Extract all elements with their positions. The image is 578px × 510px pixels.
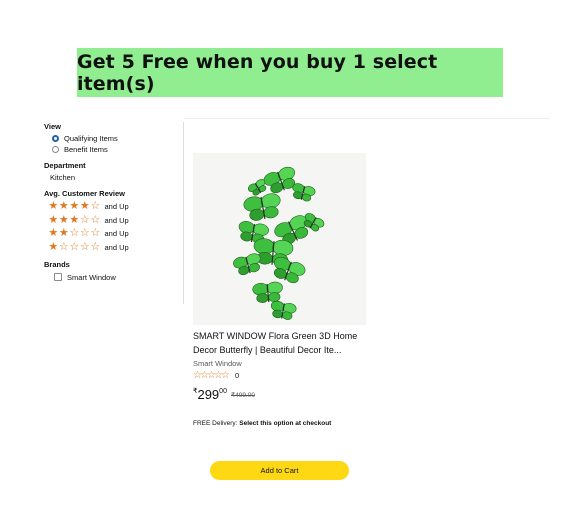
- brand-option-label: Smart Window: [67, 272, 116, 282]
- review-filter: Avg. Customer Review ★ ★ ★ ★ ☆ and Up ★ ★ ★ ☆ ☆ …: [44, 189, 182, 254]
- department-filter-title: Department: [44, 161, 86, 170]
- radio-selected[interactable]: [52, 135, 59, 142]
- star-empty-icon: ☆: [79, 213, 90, 226]
- brand-filter: Brands Smart Window: [44, 260, 182, 283]
- star-filled-icon: ★: [48, 213, 59, 226]
- review-option-4[interactable]: ★ ★ ★ ★ ☆ and Up: [44, 200, 182, 214]
- star-filled-icon: ★: [58, 200, 69, 213]
- view-option-label: Benefit Items: [64, 145, 108, 154]
- star-rating-icon: ★ ☆ ☆ ☆ ☆: [48, 240, 101, 253]
- review-option-label: and Up: [104, 202, 129, 212]
- view-option-benefit[interactable]: Benefit Items: [44, 144, 182, 155]
- star-filled-icon: ★: [58, 213, 69, 226]
- review-filter-title: Avg. Customer Review: [44, 189, 125, 198]
- star-rating-icon: ☆ ☆ ☆ ☆ ☆: [193, 370, 230, 381]
- add-to-cart-button[interactable]: Add to Cart: [210, 461, 349, 480]
- list-price: ₹499.00: [230, 392, 255, 399]
- brand-option-smart-window[interactable]: Smart Window: [44, 271, 182, 283]
- view-filter-title: View: [44, 122, 61, 131]
- star-empty-icon: ☆: [200, 370, 209, 381]
- promo-banner-text: Get 5 Free when you buy 1 select item(s): [77, 50, 438, 95]
- page: Get 5 Free when you buy 1 select item(s)…: [0, 0, 578, 510]
- product-rating[interactable]: ☆ ☆ ☆ ☆ ☆ 0: [193, 370, 373, 381]
- review-option-1[interactable]: ★ ☆ ☆ ☆ ☆ and Up: [44, 241, 182, 255]
- price-fraction: 00: [219, 388, 227, 395]
- rating-count: 0: [235, 371, 240, 380]
- star-empty-icon: ☆: [79, 240, 90, 253]
- star-empty-icon: ☆: [221, 370, 230, 381]
- star-filled-icon: ★: [48, 200, 59, 213]
- star-empty-icon: ☆: [69, 240, 80, 253]
- view-option-qualifying[interactable]: Qualifying Items: [44, 133, 182, 144]
- star-empty-icon: ☆: [90, 200, 101, 213]
- delivery-option: Select this option at checkout: [239, 420, 332, 427]
- review-option-label: and Up: [104, 229, 129, 239]
- review-option-2[interactable]: ★ ★ ☆ ☆ ☆ and Up: [44, 227, 182, 241]
- product-card: SMART WINDOW Flora Green 3D Home Decor B…: [193, 153, 373, 427]
- star-filled-icon: ★: [48, 240, 59, 253]
- price: ₹ 299 00 ₹499.00: [193, 387, 373, 403]
- star-empty-icon: ☆: [90, 227, 101, 240]
- star-empty-icon: ☆: [58, 240, 69, 253]
- star-filled-icon: ★: [79, 200, 90, 213]
- delivery-info: FREE Delivery: Select this option at che…: [193, 420, 373, 427]
- star-empty-icon: ☆: [193, 370, 202, 381]
- star-filled-icon: ★: [69, 200, 80, 213]
- product-brand: Smart Window: [193, 359, 242, 368]
- department-item-kitchen[interactable]: Kitchen: [44, 172, 182, 183]
- brand-checkbox[interactable]: [54, 273, 62, 281]
- review-option-label: and Up: [104, 215, 129, 225]
- star-empty-icon: ☆: [79, 227, 90, 240]
- star-filled-icon: ★: [48, 227, 59, 240]
- delivery-label: FREE Delivery:: [193, 420, 238, 427]
- brand-filter-title: Brands: [44, 260, 70, 269]
- filter-sidebar: View Qualifying Items Benefit Items Depa…: [44, 122, 182, 289]
- review-option-label: and Up: [104, 242, 129, 252]
- sidebar-divider: [183, 122, 184, 304]
- divider: [184, 118, 550, 119]
- promo-banner: Get 5 Free when you buy 1 select item(s): [77, 48, 503, 97]
- star-rating-icon: ★ ★ ★ ★ ☆: [48, 201, 101, 212]
- price-whole: 299: [197, 387, 220, 402]
- department-filter: Department Kitchen: [44, 161, 182, 183]
- star-filled-icon: ★: [69, 213, 80, 226]
- radio-unselected[interactable]: [52, 146, 59, 153]
- star-empty-icon: ☆: [214, 370, 223, 381]
- butterfly-image-icon: [193, 153, 366, 325]
- view-option-label: Qualifying Items: [64, 134, 118, 143]
- star-filled-icon: ★: [58, 227, 69, 240]
- star-rating-icon: ★ ★ ★ ☆ ☆: [48, 213, 101, 226]
- star-empty-icon: ☆: [69, 227, 80, 240]
- review-option-3[interactable]: ★ ★ ★ ☆ ☆ and Up: [44, 214, 182, 228]
- star-empty-icon: ☆: [90, 213, 101, 226]
- star-empty-icon: ☆: [207, 370, 216, 381]
- product-title[interactable]: SMART WINDOW Flora Green 3D Home Decor B…: [193, 330, 371, 357]
- product-image[interactable]: [193, 153, 366, 325]
- star-empty-icon: ☆: [90, 240, 101, 253]
- view-filter: View Qualifying Items Benefit Items: [44, 122, 182, 155]
- star-rating-icon: ★ ★ ☆ ☆ ☆: [48, 228, 101, 239]
